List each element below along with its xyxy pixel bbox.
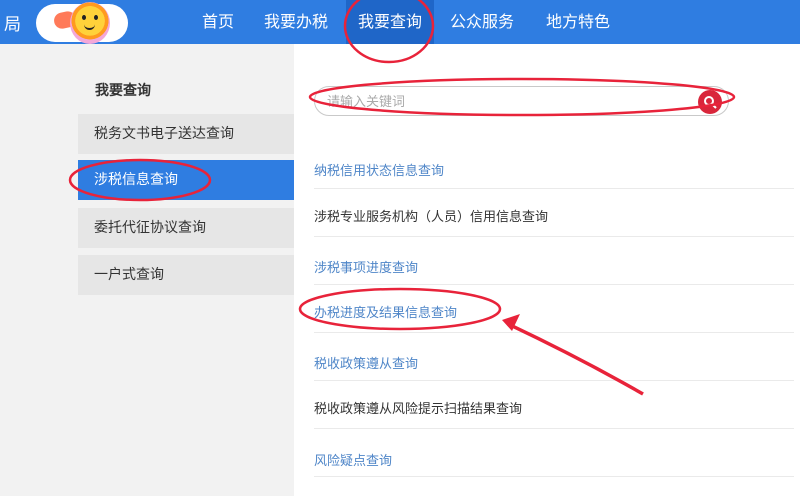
link-professional-credit-query[interactable]: 涉税专业服务机构（人员）信用信息查询: [314, 206, 548, 225]
link-handling-progress-result-query[interactable]: 办税进度及结果信息查询: [314, 302, 457, 321]
nav-public-services[interactable]: 公众服务: [450, 0, 514, 44]
sticker-mouth: [84, 24, 95, 30]
divider: [314, 332, 794, 333]
nav-query[interactable]: 我要查询: [346, 0, 435, 44]
nav-tax-handling[interactable]: 我要办税: [264, 0, 328, 44]
link-matter-progress-query[interactable]: 涉税事项进度查询: [314, 257, 418, 276]
link-risk-doubt-query[interactable]: 风险疑点查询: [314, 450, 392, 469]
sidebar-item-tax-info[interactable]: 涉税信息查询: [78, 160, 294, 200]
sticker-eye-right: [94, 15, 98, 20]
nav-local-features[interactable]: 地方特色: [546, 0, 610, 44]
divider: [314, 236, 794, 237]
main-content: 纳税信用状态信息查询 涉税专业服务机构（人员）信用信息查询 涉税事项进度查询 办…: [294, 44, 800, 496]
divider: [314, 380, 794, 381]
divider: [314, 428, 794, 429]
sidebar-item-document-delivery[interactable]: 税务文书电子送达查询: [78, 114, 294, 154]
top-nav-bar: 局 首页 我要办税 我要查询 公众服务 地方特色: [0, 0, 800, 44]
site-logo[interactable]: [36, 2, 128, 44]
search-input[interactable]: [327, 92, 687, 112]
sidebar-title: 我要查询: [95, 83, 151, 99]
site-brand-char: 局: [4, 15, 21, 35]
sidebar-item-commission-agreement[interactable]: 委托代征协议查询: [78, 208, 294, 248]
emoji-sticker-icon: [70, 2, 110, 44]
divider: [314, 476, 794, 477]
sticker-eye-left: [82, 15, 86, 20]
search-box: [314, 86, 729, 116]
sidebar: 我要查询 税务文书电子送达查询 涉税信息查询 委托代征协议查询 一户式查询: [0, 44, 294, 496]
link-policy-compliance-query[interactable]: 税收政策遵从查询: [314, 353, 418, 372]
search-icon: [704, 96, 717, 109]
divider: [314, 188, 794, 189]
link-compliance-risk-scan-query[interactable]: 税收政策遵从风险提示扫描结果查询: [314, 398, 522, 417]
sidebar-item-one-stop[interactable]: 一户式查询: [78, 255, 294, 295]
nav-home[interactable]: 首页: [202, 0, 234, 44]
divider: [314, 284, 794, 285]
search-button[interactable]: [698, 90, 722, 114]
link-credit-status-query[interactable]: 纳税信用状态信息查询: [314, 160, 444, 179]
